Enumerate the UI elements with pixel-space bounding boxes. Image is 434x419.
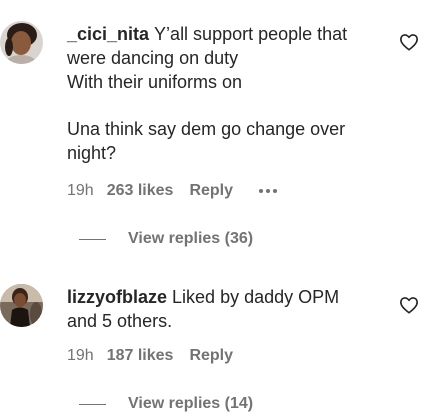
avatar[interactable] <box>0 284 43 327</box>
comment-likes-count[interactable]: 187 likes <box>107 347 174 365</box>
comment-line: Una think say dem go change over <box>67 119 346 140</box>
divider <box>79 403 106 405</box>
heart-outline-icon[interactable] <box>399 296 419 314</box>
divider <box>79 238 106 240</box>
view-replies-label: View replies (14) <box>128 395 254 412</box>
avatar-image <box>0 284 43 327</box>
view-replies-button[interactable]: View replies (36) <box>79 230 253 248</box>
comment-text: lizzyofblaze Liked by daddy OPM and 5 oth… <box>67 286 387 334</box>
comment-text: _cici_nita Y’all support people that were… <box>67 23 387 166</box>
comment-line: and 5 others. <box>67 310 173 331</box>
comment-line: night? <box>67 142 117 163</box>
heart-outline-icon[interactable] <box>399 33 419 51</box>
comment-line: Y’all support people that <box>154 24 348 44</box>
reply-button[interactable]: Reply <box>189 347 233 365</box>
comment-timestamp: 19h <box>67 182 94 199</box>
more-options-icon[interactable] <box>259 189 278 193</box>
comment-line: With their uniforms on <box>67 71 243 92</box>
comment-timestamp: 19h <box>67 347 94 364</box>
comment-line: Liked by daddy OPM <box>172 287 340 307</box>
comment-username[interactable]: lizzyofblaze <box>67 287 167 307</box>
comment-username[interactable]: _cici_nita <box>67 24 149 44</box>
comment-line: were dancing on duty <box>67 47 239 68</box>
comment-likes-count[interactable]: 263 likes <box>107 182 174 200</box>
view-replies-label: View replies (36) <box>128 230 254 247</box>
view-replies-button[interactable]: View replies (14) <box>79 395 253 413</box>
avatar-image <box>0 21 43 64</box>
comment-meta: 19h 187 likes Reply <box>67 347 259 365</box>
comment-line-blank <box>67 94 387 118</box>
comment-meta: 19h 263 likes Reply <box>67 182 278 200</box>
avatar[interactable] <box>0 21 43 64</box>
reply-button[interactable]: Reply <box>189 182 233 200</box>
